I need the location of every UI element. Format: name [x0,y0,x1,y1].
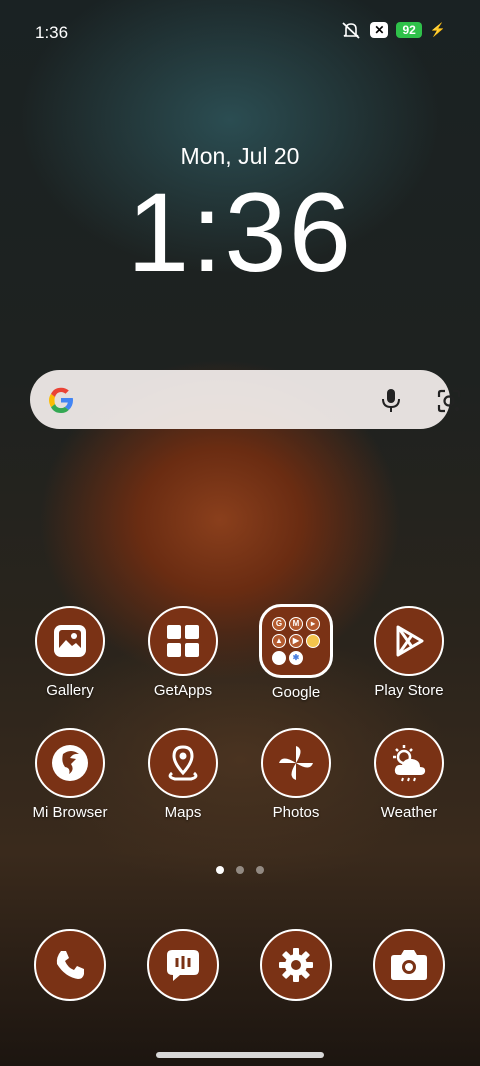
app-label: Mi Browser [32,804,108,821]
date-label: Mon, Jul 20 [180,143,300,169]
battery-icon: 92 [396,22,422,38]
app-label: Weather [380,804,438,821]
mute-icon [342,22,361,39]
dock-phone[interactable] [34,929,106,1001]
microphone-icon[interactable] [378,387,404,413]
clock-widget[interactable]: 1:36 [0,168,480,297]
charging-bolt-icon: ⚡ [429,22,446,37]
page-dot [216,866,224,874]
app-label: Play Store [374,682,444,699]
app-getapps[interactable]: GetApps [128,606,238,699]
status-icons: ✕ 92 ⚡ [340,21,446,39]
app-label: Maps [164,804,202,821]
gmail-mini-icon: M [289,617,303,631]
play-store-icon [374,606,444,676]
x-icon: ✕ [370,22,389,38]
app-photos[interactable]: Photos [241,728,351,821]
google-g-icon [49,387,73,413]
dock-settings[interactable] [260,929,332,1001]
browser-icon [35,728,105,798]
google-search-bar[interactable] [30,370,461,429]
page-dot [236,866,244,874]
gallery-icon [35,606,105,676]
page-indicator[interactable] [0,866,480,874]
drive-mini-icon: ▲ [272,634,286,648]
dock-messages[interactable] [147,929,219,1001]
play-mini-icon: ▶ [289,634,303,648]
photos-icon [261,728,331,798]
gesture-nav-bar[interactable] [156,1052,324,1058]
app-google-folder[interactable]: G M ▸ ▲ ▶ ✱ Google [241,604,351,701]
phone-icon [56,951,84,979]
app-play-store[interactable]: Play Store [354,606,464,699]
settings-icon [279,948,313,982]
youtube-mini-icon: ▸ [306,617,320,631]
assistant-mini-icon: ✱ [289,651,303,665]
app-label: GetApps [153,682,213,699]
dock-camera[interactable] [373,929,445,1001]
app-gallery[interactable]: Gallery [15,606,125,699]
status-bar: 1:36 ✕ 92 ⚡ [0,0,480,60]
lens-icon[interactable] [435,387,463,415]
google-mini-icon: G [272,617,286,631]
getapps-icon [148,606,218,676]
messages-icon [167,950,199,981]
google-folder-icon: G M ▸ ▲ ▶ ✱ [259,604,333,678]
status-time: 1:36 [35,23,69,42]
page-dot [256,866,264,874]
app-label: Google [271,684,321,701]
duo-mini-icon [306,634,320,648]
app-label: Gallery [46,682,94,699]
maps-icon [148,728,218,798]
app-label: Photos [272,804,320,821]
weather-icon [374,728,444,798]
app-maps[interactable]: Maps [128,728,238,821]
pay-mini-icon [272,651,286,665]
app-mi-browser[interactable]: Mi Browser [15,728,125,821]
camera-icon [391,950,427,980]
app-weather[interactable]: Weather [354,728,464,821]
